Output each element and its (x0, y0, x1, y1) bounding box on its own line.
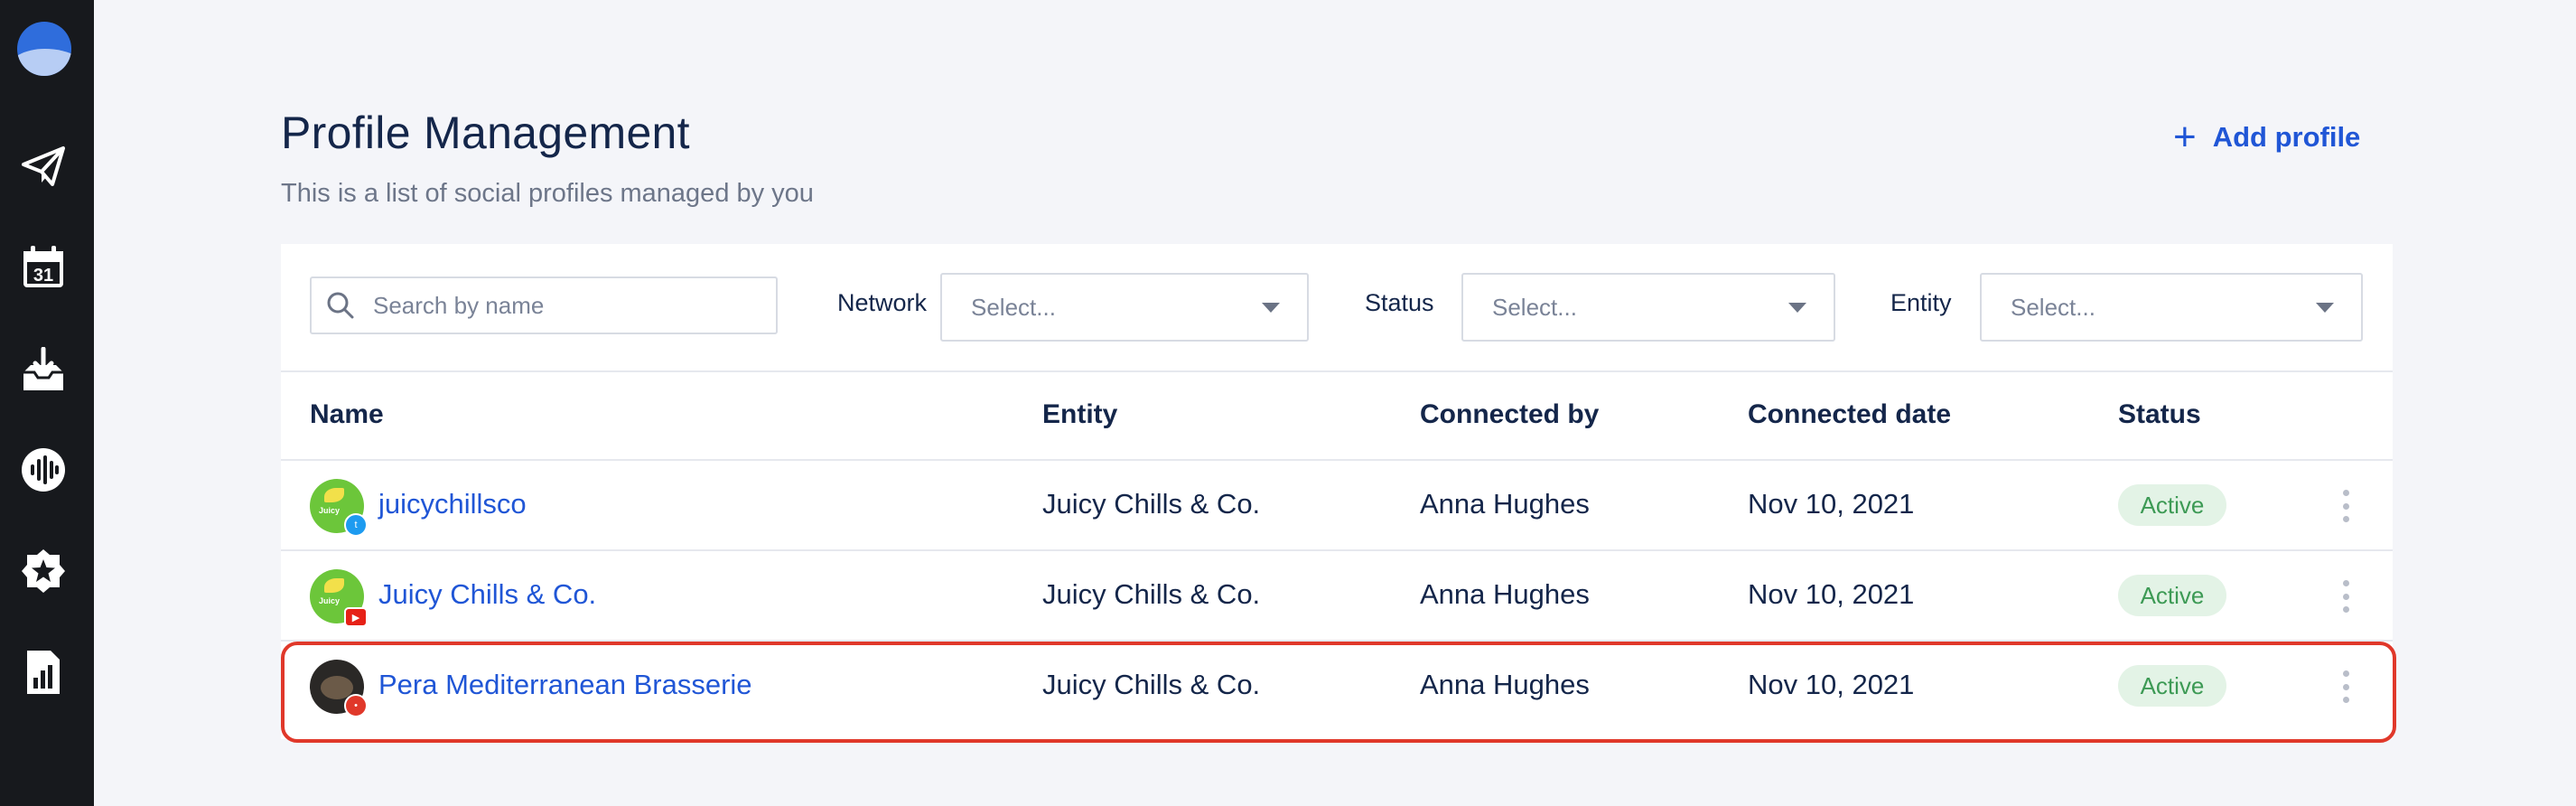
plus-icon: + (2173, 115, 2197, 159)
svg-text:31: 31 (33, 266, 53, 286)
profiles-card: Network Select... Status Select... Entit… (281, 244, 2393, 739)
search-icon (327, 292, 354, 319)
inbox-icon[interactable] (20, 347, 67, 394)
status-badge: Active (2118, 484, 2226, 526)
status-badge: Active (2118, 665, 2226, 707)
entity-filter-label: Entity (1890, 289, 1952, 316)
status-select-value: Select... (1492, 293, 1577, 321)
chevron-down-icon (1788, 302, 1806, 313)
column-header-entity[interactable]: Entity (1042, 399, 1117, 430)
column-header-status[interactable]: Status (2118, 399, 2201, 430)
entity-select[interactable]: Select... (1980, 273, 2363, 342)
more-options-icon[interactable] (2337, 580, 2355, 613)
connected-by-cell: Anna Hughes (1420, 578, 1590, 610)
avatar: Juicy t (310, 479, 368, 537)
reports-icon[interactable] (20, 649, 67, 696)
table-row[interactable]: Juicy t juicychillsco Juicy Chills & Co.… (281, 461, 2393, 551)
google-business-icon: • (344, 694, 368, 717)
page-title: Profile Management (281, 108, 690, 158)
connected-date-cell: Nov 10, 2021 (1748, 669, 1915, 700)
column-header-name[interactable]: Name (310, 399, 384, 430)
column-header-connected-date[interactable]: Connected date (1748, 399, 1951, 430)
paper-plane-icon[interactable] (20, 143, 67, 190)
avatar: • (310, 660, 368, 717)
entity-cell: Juicy Chills & Co. (1042, 488, 1261, 520)
more-options-icon[interactable] (2337, 670, 2355, 703)
column-header-connected-by[interactable]: Connected by (1420, 399, 1599, 430)
profile-name-link[interactable]: Pera Mediterranean Brasserie (378, 669, 752, 701)
profile-name-link[interactable]: juicychillsco (378, 488, 527, 520)
profile-name-link[interactable]: Juicy Chills & Co. (378, 578, 596, 611)
sidebar: 31 (0, 0, 94, 806)
network-select[interactable]: Select... (940, 273, 1309, 342)
network-select-value: Select... (971, 293, 1056, 321)
chevron-down-icon (1262, 302, 1280, 313)
twitter-icon: t (344, 513, 368, 537)
entity-cell: Juicy Chills & Co. (1042, 669, 1261, 700)
table-row[interactable]: • Pera Mediterranean Brasserie Juicy Chi… (281, 642, 2393, 730)
more-options-icon[interactable] (2337, 490, 2355, 522)
calendar-icon[interactable]: 31 (20, 244, 67, 291)
status-filter-label: Status (1365, 289, 1434, 316)
youtube-icon: ▶ (344, 607, 368, 627)
star-icon[interactable] (20, 548, 67, 595)
connected-by-cell: Anna Hughes (1420, 669, 1590, 700)
entity-cell: Juicy Chills & Co. (1042, 578, 1261, 610)
app-logo[interactable] (17, 22, 71, 76)
entity-select-value: Select... (2011, 293, 2095, 321)
add-profile-label: Add profile (2212, 121, 2361, 153)
status-badge: Active (2118, 575, 2226, 616)
status-select[interactable]: Select... (1461, 273, 1835, 342)
search-input[interactable] (371, 290, 754, 321)
avatar: Juicy ▶ (310, 569, 368, 627)
table-header: Name Entity Connected by Connected date … (281, 370, 2393, 461)
add-profile-button[interactable]: + Add profile (2173, 117, 2360, 157)
filter-bar: Network Select... Status Select... Entit… (281, 244, 2393, 372)
search-box[interactable] (310, 276, 778, 334)
chevron-down-icon (2316, 302, 2334, 313)
listening-icon[interactable] (20, 446, 67, 493)
page-subtitle: This is a list of social profiles manage… (281, 179, 814, 208)
connected-date-cell: Nov 10, 2021 (1748, 578, 1915, 610)
connected-date-cell: Nov 10, 2021 (1748, 488, 1915, 520)
network-filter-label: Network (837, 289, 928, 316)
connected-by-cell: Anna Hughes (1420, 488, 1590, 520)
table-row[interactable]: Juicy ▶ Juicy Chills & Co. Juicy Chills … (281, 551, 2393, 642)
